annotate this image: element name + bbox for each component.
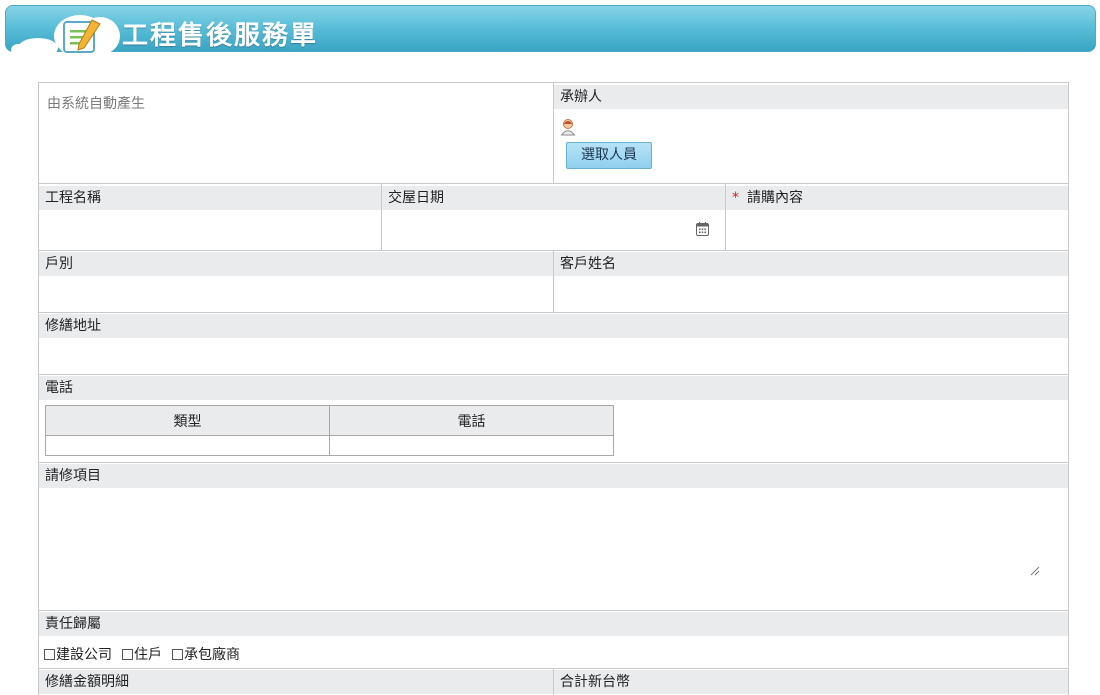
checkbox-label: 住戶 bbox=[134, 647, 162, 663]
checkbox-label: 承包廠商 bbox=[184, 647, 240, 663]
cloud-logo-icon bbox=[11, 15, 120, 58]
repair-items-cell: 請修項目 bbox=[39, 463, 1068, 611]
total-ntd-cell: 合計新台幣 bbox=[554, 669, 1068, 695]
handover-date-field[interactable] bbox=[382, 210, 725, 250]
phone-table: 類型 電話 bbox=[45, 405, 614, 456]
repair-address-field[interactable] bbox=[39, 338, 1068, 374]
repair-cost-detail-label: 修繕金額明細 bbox=[39, 670, 553, 694]
checkbox-resident[interactable]: 住戶 bbox=[122, 644, 162, 664]
checkbox-construction-company[interactable]: 建設公司 bbox=[44, 644, 112, 664]
page-header-banner: 工程售後服務單 bbox=[5, 5, 1096, 58]
purchase-content-label-text: 請購內容 bbox=[747, 190, 803, 206]
unit-field[interactable] bbox=[39, 276, 553, 312]
calendar-icon[interactable] bbox=[696, 222, 709, 236]
customer-name-label: 客戶姓名 bbox=[554, 252, 1068, 276]
checkbox-box[interactable] bbox=[172, 648, 183, 660]
person-icon bbox=[560, 119, 576, 136]
handover-date-label: 交屋日期 bbox=[382, 186, 725, 210]
handler-label: 承辦人 bbox=[554, 85, 1068, 109]
customer-name-field[interactable] bbox=[554, 276, 1068, 312]
service-form: 由系統自動產生 承辦人 選取人員 工程名稱 交屋日期 * 請購內容 戶別 客戶姓… bbox=[38, 82, 1069, 695]
unit-label: 戶別 bbox=[39, 252, 553, 276]
purchase-content-field[interactable] bbox=[726, 210, 1068, 250]
select-person-button[interactable]: 選取人員 bbox=[566, 142, 652, 169]
checkbox-box[interactable] bbox=[122, 648, 133, 660]
phone-type-header: 類型 bbox=[45, 405, 330, 436]
repair-address-cell: 修繕地址 bbox=[39, 313, 1068, 375]
project-name-label: 工程名稱 bbox=[39, 186, 381, 210]
auto-generated-text: 由系統自動產生 bbox=[47, 96, 145, 112]
required-asterisk: * bbox=[732, 190, 739, 206]
phone-type-input[interactable] bbox=[45, 435, 330, 456]
resize-grip-icon[interactable] bbox=[1030, 566, 1040, 576]
purchase-content-label: * 請購內容 bbox=[726, 186, 1068, 210]
unit-cell: 戶別 bbox=[39, 251, 554, 313]
phone-number-header: 電話 bbox=[329, 405, 614, 436]
checkbox-label: 建設公司 bbox=[56, 647, 112, 663]
page-title: 工程售後服務單 bbox=[122, 21, 319, 51]
phone-table-header: 類型 電話 bbox=[45, 405, 614, 436]
purchase-content-cell: * 請購內容 bbox=[726, 184, 1068, 251]
auto-number-cell: 由系統自動產生 bbox=[39, 83, 554, 184]
project-name-field[interactable] bbox=[39, 210, 381, 250]
table-row bbox=[45, 435, 614, 456]
repair-items-label: 請修項目 bbox=[39, 464, 1068, 488]
responsibility-options: 建設公司 住戶 承包廠商 bbox=[44, 644, 250, 664]
repair-items-textarea[interactable] bbox=[39, 488, 1068, 610]
checkbox-box[interactable] bbox=[44, 648, 55, 660]
customer-name-cell: 客戶姓名 bbox=[554, 251, 1068, 313]
responsibility-label: 責任歸屬 bbox=[39, 612, 1068, 636]
phone-number-input[interactable] bbox=[329, 435, 614, 456]
repair-cost-detail-cell: 修繕金額明細 bbox=[39, 669, 554, 695]
checkbox-contractor[interactable]: 承包廠商 bbox=[172, 644, 240, 664]
responsibility-cell: 責任歸屬 建設公司 住戶 承包廠商 bbox=[39, 611, 1068, 669]
project-name-cell: 工程名稱 bbox=[39, 184, 382, 251]
total-ntd-label: 合計新台幣 bbox=[554, 670, 1068, 694]
handover-date-cell: 交屋日期 bbox=[382, 184, 726, 251]
phone-label: 電話 bbox=[39, 376, 1068, 400]
phone-cell: 電話 類型 電話 bbox=[39, 375, 1068, 463]
repair-address-label: 修繕地址 bbox=[39, 314, 1068, 338]
handler-cell: 承辦人 選取人員 bbox=[554, 83, 1068, 184]
